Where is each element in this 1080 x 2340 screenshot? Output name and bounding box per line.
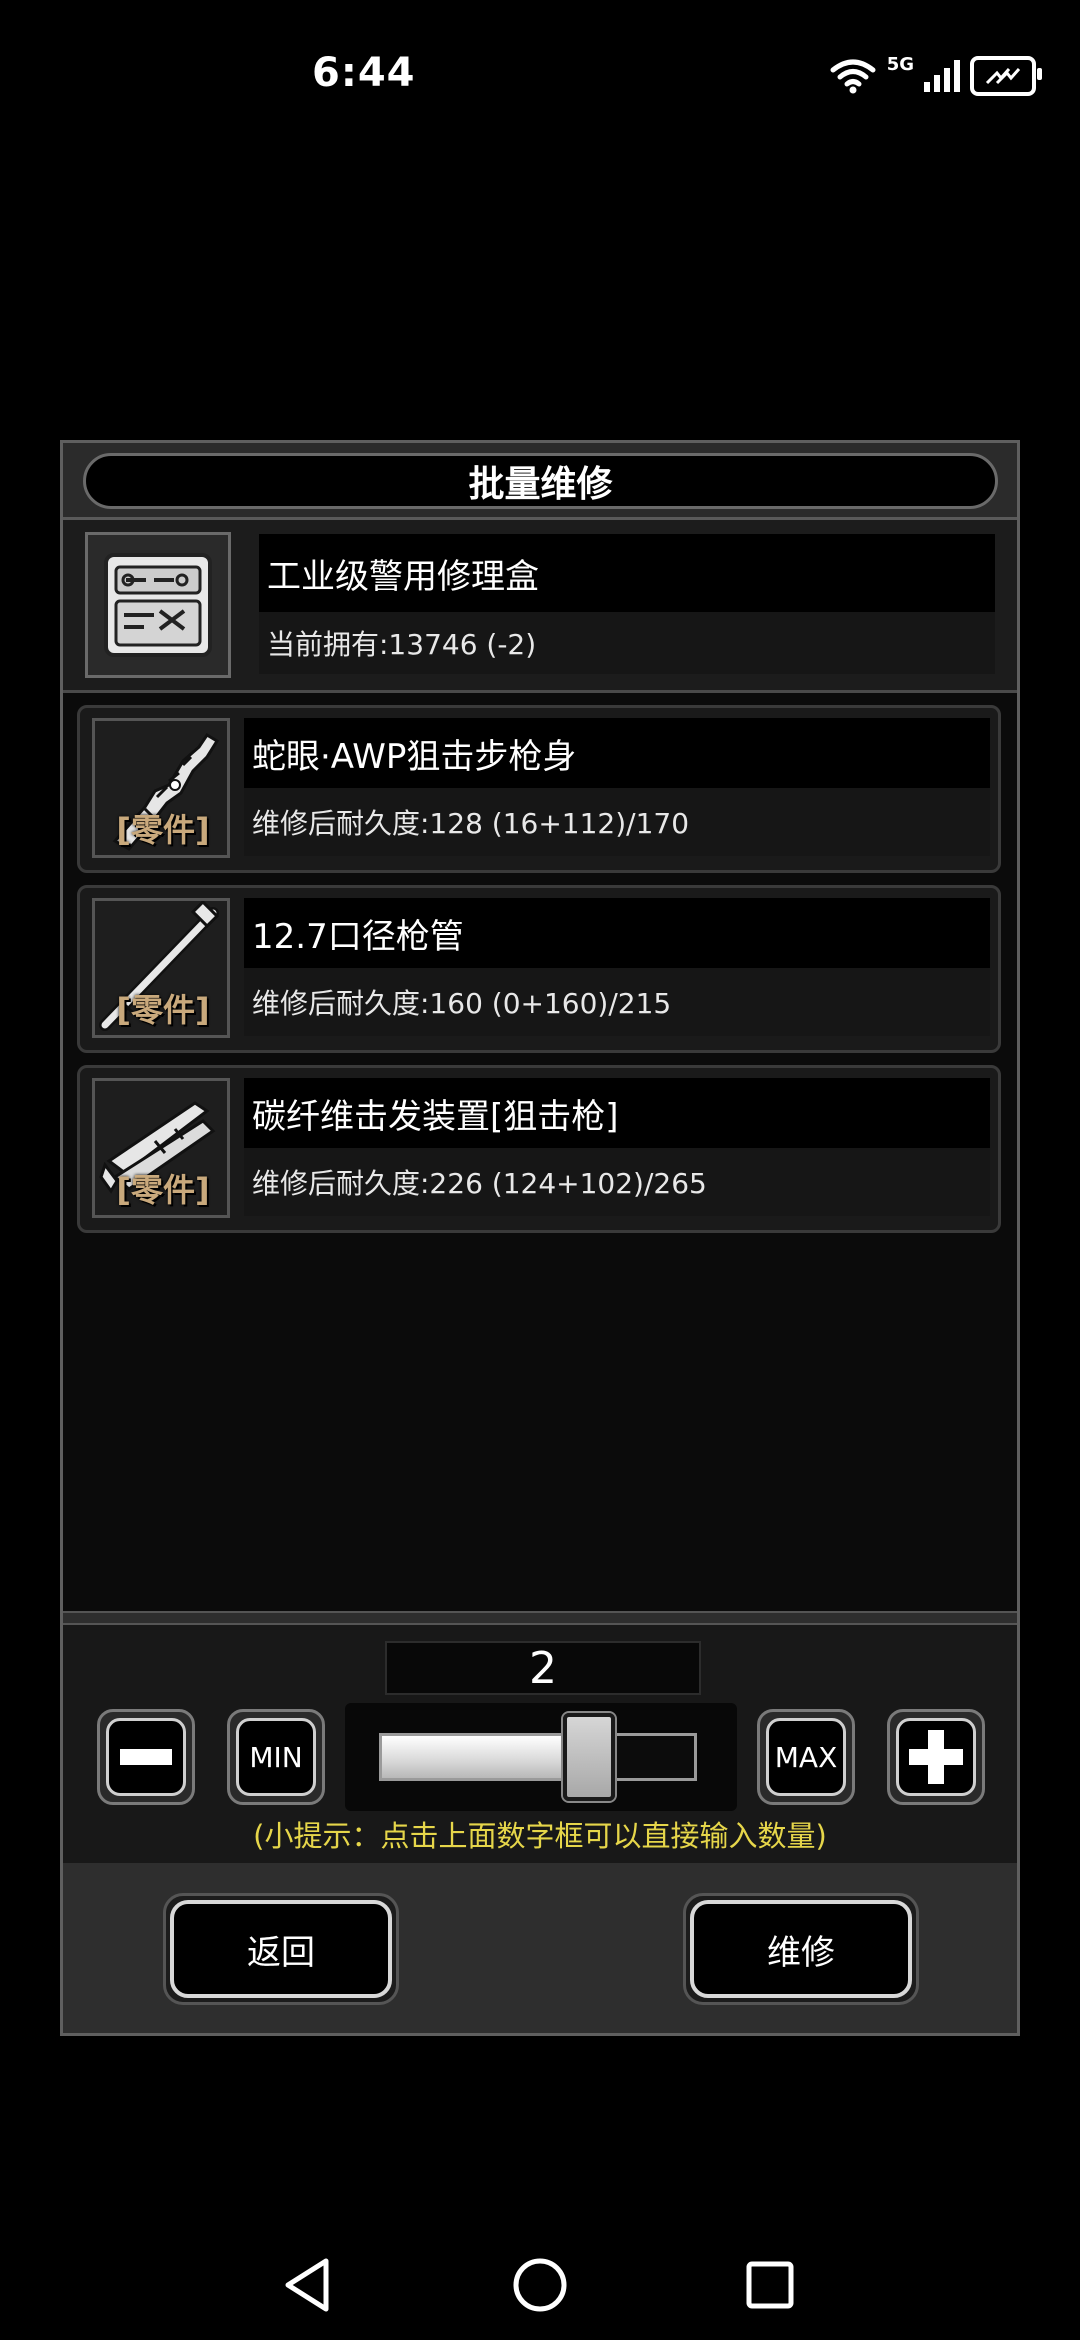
repair-label: 维修 [690,1900,912,1998]
dialog-header: 批量维修 [63,443,1017,520]
part-name: 碳纤维击发装置[狙击枪] [244,1078,990,1148]
max-label: MAX [766,1718,846,1796]
barrel-icon: [零件] [92,898,230,1038]
firing-mechanism-icon: [零件] [92,1078,230,1218]
rifle-body-icon: [零件] [92,718,230,858]
repair-tool-name: 工业级警用修理盒 [259,534,995,612]
wifi-icon [830,59,876,94]
quantity-panel: 2 MIN MAX (小提示：点击上面数字框可以直接输入数量) [63,1625,1017,1863]
quantity-slider[interactable] [345,1703,737,1811]
quantity-input[interactable]: 2 [385,1641,701,1695]
status-icons: 5G [829,53,1042,96]
part-name: 蛇眼·AWP狙击步枪身 [244,718,990,788]
decrease-button[interactable] [97,1709,195,1805]
part-durability: 维修后耐久度:226 (124+102)/265 [244,1148,990,1216]
status-time: 6:44 [312,50,416,96]
nav-recents-button[interactable] [735,2250,805,2320]
slider-fill [382,1736,588,1778]
repair-tool-owned: 当前拥有:13746 (-2) [259,612,995,674]
back-button[interactable]: 返回 [163,1893,399,2005]
system-nav-bar [0,2230,1080,2340]
slider-thumb[interactable] [562,1713,615,1801]
repair-tool-row: 工业级警用修理盒 当前拥有:13746 (-2) [63,520,1017,693]
status-bar: 6:44 5G [0,0,1080,150]
part-item[interactable]: [零件] 碳纤维击发装置[狙击枪] 维修后耐久度:226 (124+102)/2… [77,1065,1001,1233]
repair-kit-icon [85,532,231,678]
plus-icon [909,1730,963,1784]
signal-icon [924,60,960,92]
slider-track[interactable] [379,1733,697,1781]
part-tag: [零件] [116,991,210,1029]
min-label: MIN [236,1718,316,1796]
max-button[interactable]: MAX [757,1709,855,1805]
part-name: 12.7口径枪管 [244,898,990,968]
dialog-title-pill: 批量维修 [83,453,998,509]
repair-button[interactable]: 维修 [683,1893,919,2005]
batch-repair-dialog: 批量维修 工业级警用修理盒 当前拥有:13746 (-2) [零件] 蛇眼·AW… [60,440,1020,2036]
part-item[interactable]: [零件] 蛇眼·AWP狙击步枪身 维修后耐久度:128 (16+112)/170 [77,705,1001,873]
nav-back-button[interactable] [272,2250,342,2320]
dialog-title: 批量维修 [468,464,613,505]
part-item[interactable]: [零件] 12.7口径枪管 维修后耐久度:160 (0+160)/215 [77,885,1001,1053]
recents-square-icon [746,2261,794,2309]
min-button[interactable]: MIN [227,1709,325,1805]
action-bar: 返回 维修 [63,1863,1017,2033]
section-divider [63,1611,1017,1625]
network-type: 5G [886,53,914,75]
minus-icon [120,1749,172,1765]
part-tag: [零件] [116,811,210,849]
back-triangle-icon [285,2258,329,2312]
battery-charging-icon [970,56,1042,96]
part-durability: 维修后耐久度:128 (16+112)/170 [244,788,990,856]
back-label: 返回 [170,1900,392,1998]
part-tag: [零件] [116,1171,210,1209]
home-circle-icon [513,2258,567,2312]
increase-button[interactable] [887,1709,985,1805]
quantity-hint: (小提示：点击上面数字框可以直接输入数量) [253,1819,827,1853]
part-durability: 维修后耐久度:160 (0+160)/215 [244,968,990,1036]
nav-home-button[interactable] [505,2250,575,2320]
